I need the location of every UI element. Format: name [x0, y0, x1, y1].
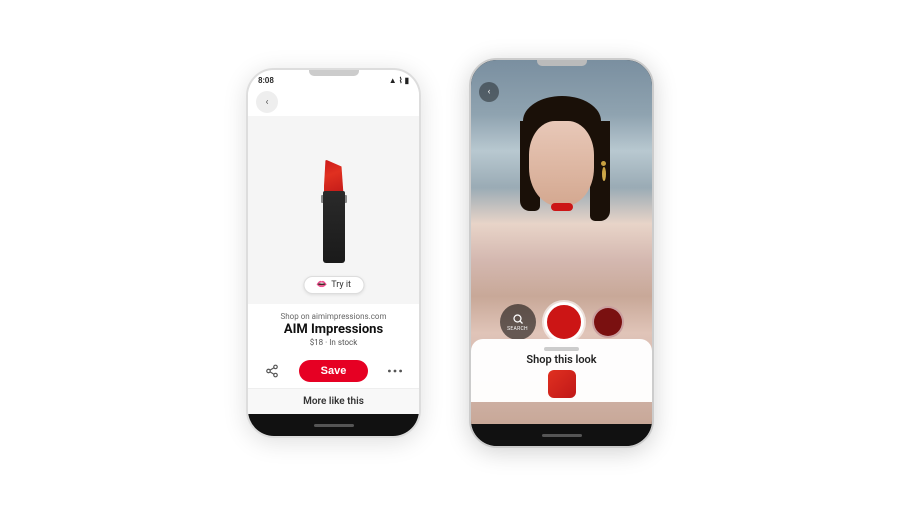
earring-drop	[602, 167, 606, 181]
back-button-1[interactable]: ‹	[256, 91, 278, 113]
shop-this-look-label: Shop this look	[471, 353, 652, 366]
lips-ar	[551, 203, 573, 211]
try-it-label: Try it	[331, 280, 351, 290]
lipstick-tip	[324, 160, 344, 195]
shop-product-thumbnail[interactable]	[548, 370, 576, 398]
face-overlay	[522, 96, 602, 236]
product-image-area: 👄 Try it	[248, 116, 419, 304]
status-icons: ▲ ⌇ ▮	[389, 76, 409, 85]
color-swatch-red[interactable]	[544, 302, 584, 342]
product-actions: Save	[248, 356, 419, 388]
status-bar-1: 8:08 ▲ ⌇ ▮	[248, 70, 419, 88]
search-swatch-button[interactable]: SEARCH	[500, 304, 536, 340]
scene: 8:08 ▲ ⌇ ▮ ‹ 👄	[0, 0, 900, 506]
product-info: Shop on aimimpressions.com AIM Impressio…	[248, 304, 419, 356]
shop-this-look-panel[interactable]: Shop this look	[471, 339, 652, 402]
share-button[interactable]	[262, 361, 282, 381]
search-label: SEARCH	[507, 326, 528, 332]
signal-icon: ▲	[389, 76, 397, 85]
brand-name: AIM Impressions	[258, 322, 409, 337]
home-indicator-2	[542, 434, 582, 437]
earring-right	[601, 161, 607, 181]
swipe-indicator	[544, 347, 579, 351]
face-skin	[529, 121, 594, 206]
lipstick-body	[323, 191, 345, 263]
status-bar-2	[471, 60, 652, 78]
price-stock: $18 · In stock	[258, 338, 409, 347]
phone1-screen: ‹ 👄 Try it Shop on aimimpressions.com	[248, 88, 419, 414]
color-swatch-dark-red[interactable]	[592, 306, 624, 338]
phone-product: 8:08 ▲ ⌇ ▮ ‹ 👄	[246, 68, 421, 438]
phone2-bottom-bar	[471, 424, 652, 446]
try-it-button[interactable]: 👄 Try it	[303, 276, 364, 294]
back-button-2[interactable]: ‹	[479, 82, 499, 102]
lipstick-image	[308, 158, 360, 263]
phone1-topbar: ‹	[248, 88, 419, 116]
wifi-icon: ⌇	[399, 76, 403, 85]
phone-ar: ‹ SEARCH Shop this look	[469, 58, 654, 448]
battery-icon: ▮	[405, 76, 409, 85]
shop-on-text: Shop on aimimpressions.com	[258, 312, 409, 321]
try-it-icon: 👄	[316, 280, 327, 290]
more-options-button[interactable]	[385, 361, 405, 381]
earring-dot	[601, 161, 606, 166]
more-like-this-button[interactable]: More like this	[248, 388, 419, 414]
camera-area: ‹ SEARCH Shop this look	[471, 60, 652, 424]
time-display: 8:08	[258, 76, 274, 85]
save-button[interactable]: Save	[299, 360, 369, 382]
home-indicator-1	[314, 424, 354, 427]
phone1-bottom-bar	[248, 414, 419, 436]
